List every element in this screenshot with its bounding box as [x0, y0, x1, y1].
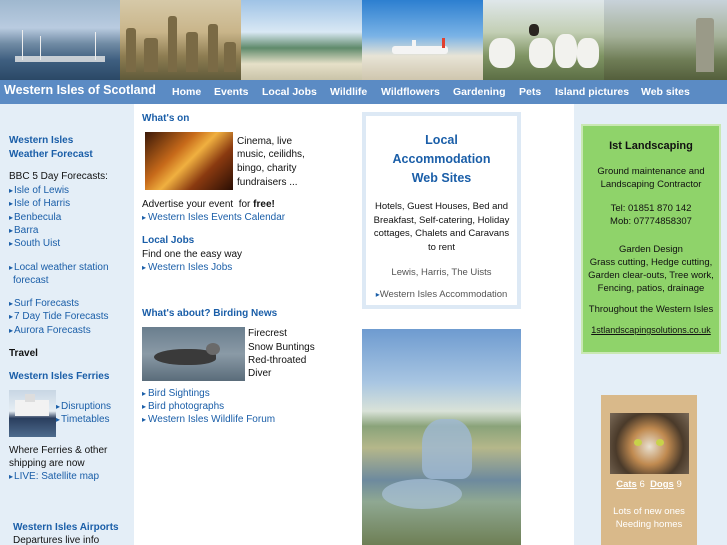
- nav-events[interactable]: Events: [214, 86, 248, 98]
- page: Western Isles of Scotland Home Events Lo…: [0, 0, 727, 545]
- harbour-photo: [0, 0, 120, 80]
- beach-photo: [241, 0, 362, 80]
- landscaping-area: Throughout the Western Isles: [588, 304, 714, 315]
- landscaping-services: Ground maintenance and Landscaping Contr…: [597, 166, 705, 190]
- forecast-link-harris[interactable]: Isle of Harris: [9, 198, 70, 209]
- cats-count: 6: [639, 479, 645, 490]
- dogs-link[interactable]: Dogs: [650, 479, 674, 490]
- whats-on-text-line2: music, ceilidhs,: [237, 149, 305, 160]
- pets-box: Cats 6 Dogs 9 Lots of new ones Needing h…: [601, 395, 697, 545]
- bird-sightings-link[interactable]: Bird Sightings: [142, 388, 210, 399]
- standing-stones-photo: [120, 0, 241, 80]
- birding-text-line3: Red-throated: [248, 355, 307, 366]
- dogs-count: 9: [676, 479, 682, 490]
- local-weather-link-line2[interactable]: forecast: [13, 275, 49, 286]
- jobs-link[interactable]: Western Isles Jobs: [142, 262, 232, 273]
- nav-bar: Western Isles of Scotland Home Events Lo…: [0, 80, 727, 104]
- whats-on-text-line3: bingo, charity: [237, 163, 297, 174]
- ferry-disruptions-link[interactable]: Disruptions: [56, 401, 111, 412]
- departures-text: Departures live info: [13, 535, 100, 545]
- nav-island-pictures[interactable]: Island pictures: [555, 86, 629, 98]
- jobs-text: Find one the easy way: [142, 249, 243, 260]
- advertise-text: Advertise your event for free!: [142, 199, 275, 210]
- events-calendar-link[interactable]: Western Isles Events Calendar: [142, 212, 285, 223]
- nav-wildflowers[interactable]: Wildflowers: [381, 86, 440, 98]
- ferry-photo: [9, 390, 56, 437]
- forecast-link-benbecula[interactable]: Benbecula: [9, 212, 61, 223]
- beach-plane-photo: [362, 0, 483, 80]
- nav-home[interactable]: Home: [172, 86, 201, 98]
- pets-text: Lots of new ones Needing homes: [613, 506, 685, 530]
- standing-stone-photo: [604, 0, 727, 80]
- kitten-photo[interactable]: [610, 413, 689, 474]
- nav-gardening[interactable]: Gardening: [453, 86, 506, 98]
- landscaping-phone: Tel: 01851 870 142 Mob: 07774858307: [610, 203, 692, 227]
- wildlife-forum-link[interactable]: Western Isles Wildlife Forum: [142, 414, 275, 425]
- satellite-map-link[interactable]: LIVE: Satellite map: [9, 471, 99, 482]
- nav-wildlife[interactable]: Wildlife: [330, 86, 367, 98]
- accommodation-title[interactable]: Local Accommodation Web Sites: [366, 131, 517, 188]
- landscaping-advert: Ist Landscaping Ground maintenance and L…: [581, 124, 721, 354]
- ferries-text-line2: shipping are now: [9, 458, 85, 469]
- saxophone-photo[interactable]: [145, 132, 233, 190]
- landscaping-garden-services: Garden Design Grass cutting, Hedge cutti…: [588, 244, 714, 294]
- accommodation-description: Hotels, Guest Houses, Bed and Breakfast,…: [373, 201, 510, 253]
- whats-on-heading[interactable]: What's on: [142, 113, 189, 124]
- left-sidebar: Western Isles Weather Forecast BBC 5 Day…: [0, 104, 134, 545]
- site-title[interactable]: Western Isles of Scotland: [4, 83, 156, 97]
- ferries-text-line1: Where Ferries & other: [9, 445, 108, 456]
- local-weather-link[interactable]: Local weather station: [9, 262, 109, 273]
- river-landscape-photo[interactable]: [362, 329, 521, 545]
- travel-heading: Travel: [9, 348, 38, 359]
- airports-heading[interactable]: Western Isles Airports: [13, 522, 119, 533]
- nav-pets[interactable]: Pets: [519, 86, 541, 98]
- tide-forecasts-link[interactable]: 7 Day Tide Forecasts: [9, 311, 108, 322]
- aurora-forecasts-link[interactable]: Aurora Forecasts: [9, 325, 91, 336]
- whats-on-text-line1: Cinema, live: [237, 136, 293, 147]
- free-text: free!: [253, 199, 275, 210]
- diver-bird-photo[interactable]: [142, 327, 245, 381]
- birding-text-line4: Diver: [248, 368, 272, 379]
- bbc-forecasts-label: BBC 5 Day Forecasts:: [9, 171, 108, 182]
- bird-photographs-link[interactable]: Bird photographs: [142, 401, 224, 412]
- accommodation-areas: Lewis, Harris, The Uists: [391, 267, 492, 278]
- birding-text-line2: Snow Buntings: [248, 342, 315, 353]
- landscaping-title: Ist Landscaping: [609, 140, 693, 152]
- ferries-heading[interactable]: Western Isles Ferries: [9, 371, 109, 382]
- birding-text-line1: Firecrest: [248, 328, 287, 339]
- accommodation-link[interactable]: ▸Western Isles Accommodation: [366, 289, 517, 300]
- forecast-link-barra[interactable]: Barra: [9, 225, 38, 236]
- weather-heading-line2[interactable]: Weather Forecast: [9, 149, 93, 160]
- accommodation-box: Local Accommodation Web Sites Hotels, Gu…: [362, 112, 521, 309]
- ferry-timetables-link[interactable]: Timetables: [56, 414, 110, 425]
- weather-heading-line1[interactable]: Western Isles: [9, 135, 73, 146]
- nav-local-jobs[interactable]: Local Jobs: [262, 86, 317, 98]
- nav-web-sites[interactable]: Web sites: [641, 86, 690, 98]
- pets-counts: Cats 6 Dogs 9: [601, 479, 697, 490]
- sheep-photo: [483, 0, 604, 80]
- forecast-link-lewis[interactable]: Isle of Lewis: [9, 185, 69, 196]
- landscaping-website-link[interactable]: 1stlandscapingsolutions.co.uk: [583, 324, 719, 337]
- surf-forecasts-link[interactable]: Surf Forecasts: [9, 298, 79, 309]
- forecast-link-south-uist[interactable]: South Uist: [9, 238, 60, 249]
- jobs-heading[interactable]: Local Jobs: [142, 235, 194, 246]
- photo-banner: [0, 0, 727, 80]
- birding-heading[interactable]: What's about? Birding News: [142, 308, 277, 319]
- cats-link[interactable]: Cats: [616, 479, 637, 490]
- whats-on-text-line4: fundraisers ...: [237, 177, 298, 188]
